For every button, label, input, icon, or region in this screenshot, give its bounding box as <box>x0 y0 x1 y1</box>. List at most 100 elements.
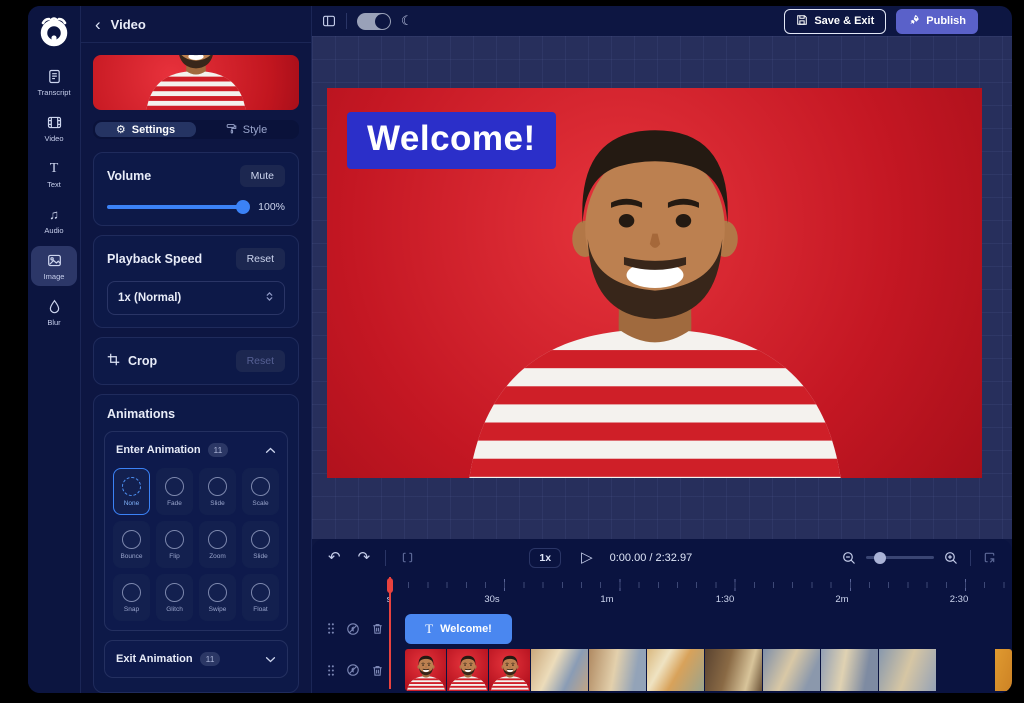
volume-value: 100% <box>258 201 285 213</box>
animation-option-slide[interactable]: Slide <box>199 468 236 515</box>
settings-style-tabs: ⚙ Settings Style <box>93 120 299 139</box>
text-clip-label: Welcome! <box>440 623 492 635</box>
animation-option-snap[interactable]: Snap <box>113 574 150 621</box>
crop-reset-button[interactable]: Reset <box>236 350 285 372</box>
circle-icon <box>251 530 270 549</box>
sidebar-item-label: Transcript <box>37 88 70 97</box>
animation-option-zoom[interactable]: Zoom <box>199 521 236 568</box>
sidebar-item-video[interactable]: Video <box>31 108 77 148</box>
fit-timeline-icon[interactable] <box>983 551 996 564</box>
animation-option-slide2[interactable]: Slide <box>242 521 279 568</box>
enter-animation-header[interactable]: Enter Animation 11 <box>105 432 287 468</box>
track-controls <box>312 663 395 677</box>
enter-animation-count-badge: 11 <box>208 443 229 457</box>
zoom-in-icon[interactable] <box>944 551 958 565</box>
undo-icon[interactable]: ↶ <box>328 550 341 565</box>
volume-card: Volume Mute 100% <box>93 152 299 226</box>
animations-card: Animations Enter Animation 11 None Fade … <box>93 394 299 693</box>
timeline-ruler[interactable]: s 30s 1m 1:30 2m 2:30 <box>380 576 1012 610</box>
sidebar-item-transcript[interactable]: Transcript <box>31 62 77 102</box>
rocket-icon <box>908 14 920 29</box>
audio-icon: ♫ <box>49 206 59 223</box>
panel-toggle-icon[interactable] <box>322 14 336 28</box>
sidebar-item-label: Audio <box>44 226 63 235</box>
sidebar-item-label: Video <box>44 134 63 143</box>
back-icon[interactable]: ‹ <box>95 16 101 33</box>
playhead-line[interactable] <box>389 577 391 689</box>
text-track: T Welcome! <box>312 610 1012 647</box>
redo-icon[interactable]: ↷ <box>358 550 371 565</box>
timeline-zoom-slider[interactable] <box>866 556 934 559</box>
text-overlay-label: Welcome! <box>367 119 536 158</box>
theme-toggle-switch[interactable] <box>357 13 391 30</box>
sidebar-item-blur[interactable]: Blur <box>31 292 77 332</box>
volume-label: Volume <box>107 169 151 183</box>
split-icon[interactable] <box>401 551 414 564</box>
zoom-slider-knob[interactable] <box>874 552 886 564</box>
blur-icon <box>47 298 62 315</box>
zoom-out-icon[interactable] <box>842 551 856 565</box>
circle-icon <box>165 477 184 496</box>
tab-style[interactable]: Style <box>196 122 297 137</box>
tab-settings[interactable]: ⚙ Settings <box>95 122 196 137</box>
ruler-minor-ticks <box>389 582 1012 588</box>
sidebar-item-text[interactable]: T Text <box>31 154 77 194</box>
animation-option-swipe[interactable]: Swipe <box>199 574 236 621</box>
save-icon <box>796 14 808 29</box>
volume-slider[interactable] <box>107 205 248 209</box>
play-icon[interactable]: ▷ <box>581 550 593 565</box>
playback-rate-button[interactable]: 1x <box>529 548 561 568</box>
clip-thumbnail <box>763 649 821 691</box>
icon-rail: Transcript Video T Text ♫ Audio Image <box>28 6 81 693</box>
toggle-knob <box>375 14 390 29</box>
circle-icon <box>122 530 141 549</box>
animation-option-float[interactable]: Float <box>242 574 279 621</box>
top-bar: ☾ Save & Exit Publish <box>312 6 1012 36</box>
save-exit-button[interactable]: Save & Exit <box>784 9 886 34</box>
sidebar-item-audio[interactable]: ♫ Audio <box>31 200 77 240</box>
mute-button[interactable]: Mute <box>240 165 285 187</box>
clip-thumbnail <box>489 649 531 691</box>
sidebar-item-image[interactable]: Image <box>31 246 77 286</box>
animation-option-scale[interactable]: Scale <box>242 468 279 515</box>
clip-thumbnail <box>995 649 1012 691</box>
drag-handle-icon[interactable] <box>327 664 335 677</box>
animation-option-none[interactable]: None <box>113 468 150 515</box>
tab-label: Settings <box>132 124 175 136</box>
mute-track-icon[interactable] <box>346 622 360 636</box>
exit-animation-header[interactable]: Exit Animation 11 <box>105 641 287 677</box>
moon-icon[interactable]: ☾ <box>401 13 413 29</box>
ruler-label: 30s <box>484 594 499 605</box>
save-exit-label: Save & Exit <box>814 15 874 27</box>
clip-thumbnail <box>821 649 879 691</box>
ruler-label: 1:30 <box>716 594 735 605</box>
volume-slider-knob[interactable] <box>236 200 250 214</box>
delete-track-icon[interactable] <box>371 622 384 635</box>
video-clip[interactable] <box>405 649 1012 691</box>
video-track <box>312 647 1012 693</box>
video-player[interactable]: Welcome! <box>327 88 982 478</box>
animation-option-flip[interactable]: Flip <box>156 521 193 568</box>
speed-select[interactable]: 1x (Normal) <box>107 281 285 315</box>
animation-option-glitch[interactable]: Glitch <box>156 574 193 621</box>
sidebar-item-label: Text <box>47 180 61 189</box>
publish-button[interactable]: Publish <box>896 9 978 34</box>
text-clip[interactable]: T Welcome! <box>405 614 512 644</box>
animation-option-fade[interactable]: Fade <box>156 468 193 515</box>
clip-thumbnail <box>531 649 589 691</box>
drag-handle-icon[interactable] <box>327 622 335 635</box>
enter-animation-label: Enter Animation <box>116 444 201 456</box>
video-preview-thumbnail <box>93 55 299 110</box>
playback-speed-card: Playback Speed Reset 1x (Normal) <box>93 235 299 328</box>
speed-reset-button[interactable]: Reset <box>236 248 285 270</box>
timeline-panel: ↶ ↷ 1x ▷ 0:00.00 / 2:32.97 <box>312 539 1012 693</box>
delete-track-icon[interactable] <box>371 664 384 677</box>
text-overlay[interactable]: Welcome! <box>347 112 556 169</box>
clip-thumbnail <box>879 649 937 691</box>
animation-option-bounce[interactable]: Bounce <box>113 521 150 568</box>
timeline-toolbar: ↶ ↷ 1x ▷ 0:00.00 / 2:32.97 <box>312 539 1012 576</box>
circle-icon <box>208 583 227 602</box>
chevron-up-icon <box>265 441 276 459</box>
mute-track-icon[interactable] <box>346 663 360 677</box>
divider <box>346 13 347 29</box>
